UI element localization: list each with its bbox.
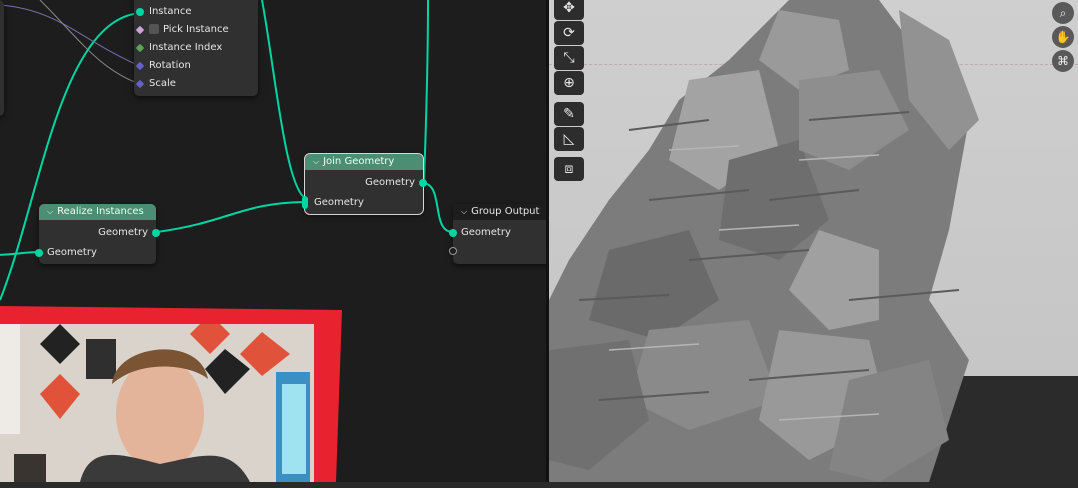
rotate-icon: ⟳ xyxy=(563,25,575,41)
realize-instances-output-label: Geometry xyxy=(98,227,148,238)
realize-instances-output-row: Geometry xyxy=(98,225,148,241)
join-geometry-output-row: Geometry xyxy=(365,175,415,191)
zoom-icon: ⌕ xyxy=(1059,5,1067,20)
scale-label: Scale xyxy=(149,78,176,89)
chevron-down-icon[interactable]: ⌵ xyxy=(313,154,319,170)
pick-instance-socket[interactable] xyxy=(135,25,145,35)
realize-instances-input-socket[interactable] xyxy=(35,249,43,257)
group-output-input-socket[interactable] xyxy=(449,229,457,237)
pick-instance-label: Pick Instance xyxy=(163,24,229,35)
rotate-tool-button[interactable]: ⟳ xyxy=(554,21,584,45)
pick-instance-checkbox[interactable] xyxy=(149,24,159,34)
realize-instances-output-socket[interactable] xyxy=(152,229,160,237)
node-editor[interactable]: Instance Pick Instance Instance Index Ro… xyxy=(0,0,546,482)
scale-icon: ⤡ xyxy=(563,50,575,66)
3d-viewport[interactable]: ✥ ⟳ ⤡ ⊕ ✎ ◺ ⧈ ⌕ ✋ ⌘ xyxy=(549,0,1078,482)
group-output-empty-socket[interactable] xyxy=(449,247,457,255)
group-output-node[interactable]: ⌵ Group Output Geometry xyxy=(449,204,546,264)
instance-input-socket[interactable] xyxy=(136,8,144,16)
add-cube-tool-button[interactable]: ⧈ xyxy=(554,157,584,181)
join-geometry-header[interactable]: ⌵ Join Geometry xyxy=(305,154,423,170)
realize-instances-input-row: Geometry xyxy=(47,245,97,261)
join-geometry-input-label: Geometry xyxy=(314,197,364,208)
group-output-input-label: Geometry xyxy=(461,227,511,238)
rotation-label: Rotation xyxy=(149,60,191,71)
procedural-building-geometry xyxy=(549,0,979,482)
scale-tool-button[interactable]: ⤡ xyxy=(554,46,584,70)
transform-tool-button[interactable]: ⊕ xyxy=(554,71,584,95)
measure-icon: ◺ xyxy=(563,131,575,147)
node-link xyxy=(0,4,141,67)
webcam-image xyxy=(0,324,314,482)
pick-instance-row: Pick Instance xyxy=(134,22,258,38)
offscreen-node[interactable] xyxy=(0,0,4,116)
zoom-button[interactable]: ⌕ xyxy=(1052,2,1074,24)
rotation-row: Rotation xyxy=(134,58,258,74)
node-link xyxy=(423,0,429,184)
measure-tool-button[interactable]: ◺ xyxy=(554,127,584,151)
instance-index-label: Instance Index xyxy=(149,42,223,53)
group-output-input-row: Geometry xyxy=(461,225,511,241)
instance-on-points-node[interactable]: Instance Pick Instance Instance Index Ro… xyxy=(134,0,258,96)
join-geometry-input-row: Geometry xyxy=(314,195,364,211)
webcam-overlay xyxy=(0,324,314,482)
status-bar xyxy=(0,482,1078,488)
node-link xyxy=(0,251,41,256)
camera-view-icon: ⌘ xyxy=(1057,54,1069,68)
scale-row: Scale xyxy=(134,76,258,92)
chevron-down-icon[interactable]: ⌵ xyxy=(461,204,467,220)
pan-hand-icon: ✋ xyxy=(1055,30,1071,44)
join-geometry-output-socket[interactable] xyxy=(419,179,427,187)
move-icon: ✥ xyxy=(563,0,575,16)
group-output-title: Group Output xyxy=(471,206,540,217)
chevron-down-icon[interactable]: ⌵ xyxy=(47,204,53,220)
transform-icon: ⊕ xyxy=(563,75,575,91)
join-geometry-node[interactable]: ⌵ Join Geometry Geometry Geometry xyxy=(302,153,427,215)
node-link xyxy=(39,0,141,85)
rotation-socket[interactable] xyxy=(135,61,145,71)
instance-socket-row: Instance xyxy=(134,4,258,20)
annotate-icon: ✎ xyxy=(563,106,575,122)
realize-instances-input-label: Geometry xyxy=(47,247,97,258)
join-geometry-input-socket[interactable] xyxy=(302,196,308,209)
move-tool-button[interactable]: ✥ xyxy=(554,0,584,20)
add-cube-icon: ⧈ xyxy=(564,161,574,177)
realize-instances-node[interactable]: ⌵ Realize Instances Geometry Geometry xyxy=(35,204,160,264)
join-geometry-title: Join Geometry xyxy=(323,156,395,167)
realize-instances-title: Realize Instances xyxy=(57,206,144,217)
instance-index-row: Instance Index xyxy=(134,40,258,56)
realize-instances-header[interactable]: ⌵ Realize Instances xyxy=(39,204,156,220)
camera-view-button[interactable]: ⌘ xyxy=(1052,50,1074,72)
group-output-header[interactable]: ⌵ Group Output xyxy=(453,204,546,220)
node-link xyxy=(421,182,454,233)
instance-label: Instance xyxy=(149,6,192,17)
scale-socket[interactable] xyxy=(135,79,145,89)
node-link xyxy=(156,201,306,233)
pan-button[interactable]: ✋ xyxy=(1052,26,1074,48)
node-link xyxy=(261,0,306,199)
instance-index-socket[interactable] xyxy=(135,43,145,53)
annotate-tool-button[interactable]: ✎ xyxy=(554,102,584,126)
join-geometry-output-label: Geometry xyxy=(365,177,415,188)
